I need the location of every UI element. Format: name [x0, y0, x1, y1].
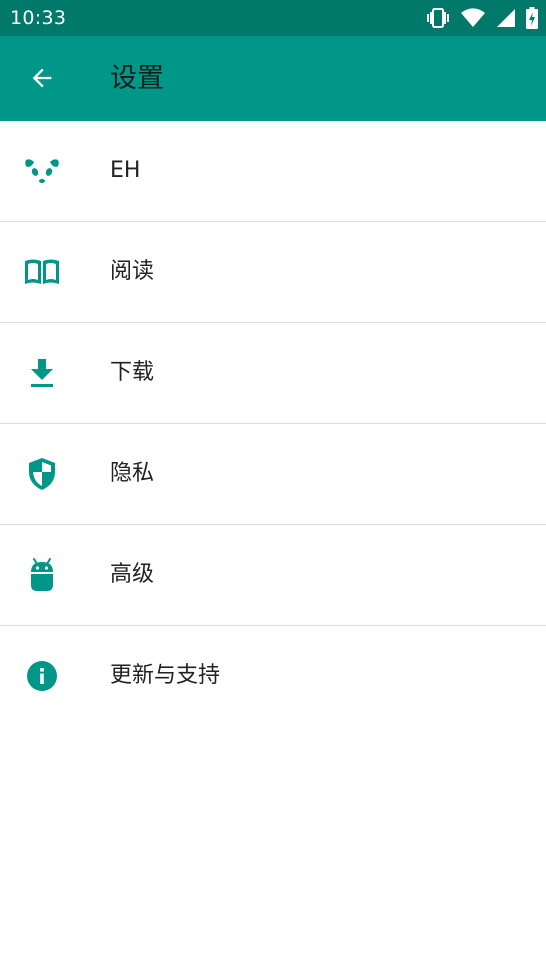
status-time: 10:33: [10, 7, 67, 29]
panda-icon: [24, 153, 60, 189]
settings-item-read[interactable]: 阅读: [0, 222, 546, 323]
settings-item-advanced[interactable]: 高级: [0, 525, 546, 626]
arrow-back-icon: [28, 64, 56, 96]
settings-list: EH 阅读 下载 隐私 高级 更新与支持: [0, 121, 546, 727]
shield-icon: [24, 456, 60, 492]
wifi-icon: [460, 8, 486, 28]
settings-item-update-support[interactable]: 更新与支持: [0, 626, 546, 727]
info-icon: [24, 658, 60, 694]
settings-item-label: 高级: [110, 562, 155, 587]
settings-item-label: 阅读: [110, 259, 155, 284]
settings-item-label: 下载: [110, 360, 155, 385]
page-title: 设置: [110, 63, 164, 94]
settings-item-eh[interactable]: EH: [0, 121, 546, 222]
download-icon: [24, 355, 60, 391]
settings-item-privacy[interactable]: 隐私: [0, 424, 546, 525]
app-bar: 设置: [0, 36, 546, 121]
back-button[interactable]: [18, 56, 66, 104]
status-bar: 10:33: [0, 0, 546, 36]
book-icon: [24, 254, 60, 290]
settings-item-label: 更新与支持: [110, 663, 221, 688]
status-icons: [426, 7, 538, 29]
android-icon: [24, 557, 60, 593]
settings-item-label: 隐私: [110, 461, 155, 486]
battery-charging-icon: [526, 7, 538, 29]
settings-item-download[interactable]: 下载: [0, 323, 546, 424]
signal-icon: [496, 8, 516, 28]
vibrate-icon: [426, 8, 450, 28]
settings-item-label: EH: [110, 158, 141, 183]
